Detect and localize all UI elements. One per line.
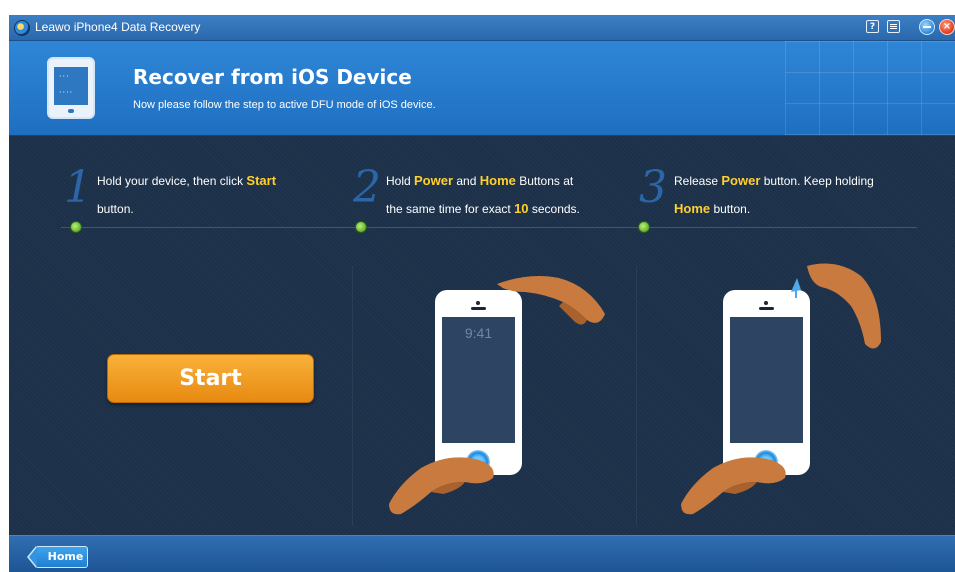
- step-1-number: 1: [64, 162, 92, 213]
- step-3-number: 3: [639, 162, 667, 213]
- page-title: Recover from iOS Device: [133, 65, 412, 89]
- hand-bottom-icon: [389, 457, 494, 515]
- window-title: Leawo iPhone4 Data Recovery: [35, 20, 201, 34]
- title-bar: Leawo iPhone4 Data Recovery ? ×: [9, 15, 955, 41]
- highlight-start: Start: [246, 173, 277, 188]
- highlight-ten: 10: [514, 201, 529, 216]
- app-logo-icon: [14, 20, 30, 36]
- menu-icon[interactable]: [887, 20, 900, 33]
- step-2-dot: [355, 221, 367, 233]
- app-window: Leawo iPhone4 Data Recovery ? × ··· ···· …: [9, 15, 955, 572]
- hand-top-icon: [497, 276, 605, 325]
- highlight-home: Home: [674, 201, 711, 216]
- minimize-icon[interactable]: [919, 19, 935, 35]
- help-icon[interactable]: ?: [866, 20, 879, 33]
- hand-bottom-icon: [681, 457, 786, 515]
- step-2-number: 2: [353, 162, 381, 213]
- step-1-text: Hold your device, then click Start butto…: [97, 173, 277, 216]
- column-divider: [352, 266, 353, 526]
- header-grid-decoration: [785, 41, 955, 135]
- highlight-power: Power: [721, 173, 761, 188]
- ipad-device-icon: ··· ····: [47, 57, 95, 119]
- highlight-home: Home: [479, 173, 516, 188]
- main-panel: 1 Hold your device, then click Start but…: [9, 136, 955, 535]
- page-subtitle: Now please follow the step to active DFU…: [133, 99, 436, 111]
- column-divider: [636, 266, 637, 526]
- step-3-text: Release Power button. Keep holding Home …: [674, 173, 874, 216]
- arrow-up-icon: [791, 263, 881, 349]
- step-3-dot: [638, 221, 650, 233]
- step-2-text: Hold Power and Home Buttons at the same …: [386, 173, 580, 216]
- step-1-dot: [70, 221, 82, 233]
- step-track: [61, 227, 917, 228]
- footer-bar: Home: [9, 535, 955, 572]
- home-button[interactable]: Home: [27, 546, 88, 568]
- close-icon[interactable]: ×: [939, 19, 955, 35]
- highlight-power: Power: [414, 173, 454, 188]
- start-button[interactable]: Start: [107, 354, 314, 403]
- page-header: ··· ···· Recover from iOS Device Now plea…: [9, 41, 955, 136]
